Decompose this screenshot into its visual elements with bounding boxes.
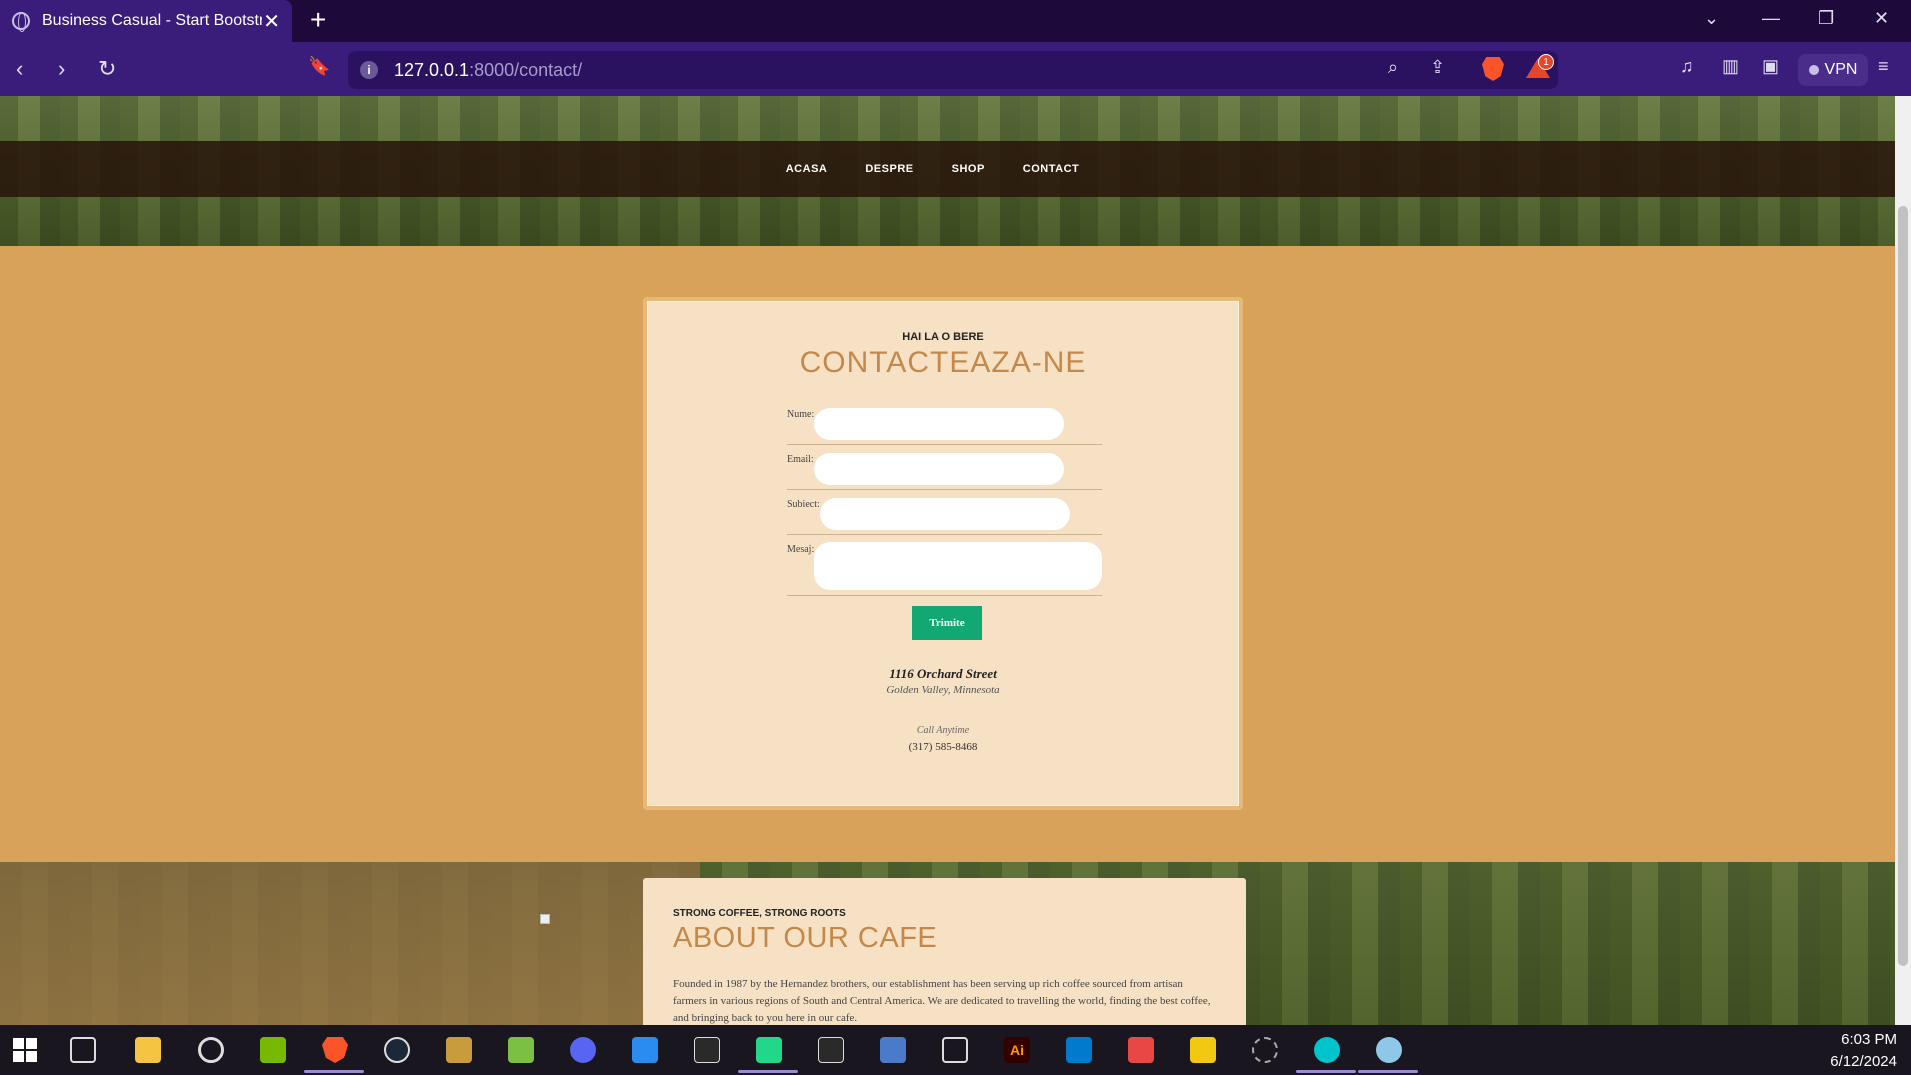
url-text[interactable]: 127.0.0.1:8000/contact/ [394, 60, 582, 81]
nav-link-acasa[interactable]: ACASA [786, 163, 828, 175]
bookmark-app-icon[interactable] [1128, 1037, 1154, 1063]
contact-card: HAI LA O BERE CONTACTEAZA-NE Nume: Email… [643, 297, 1243, 810]
virtualbox-icon[interactable] [942, 1037, 968, 1063]
epic-games-2-icon[interactable] [818, 1037, 844, 1063]
address-bar[interactable]: i 127.0.0.1:8000/contact/ ⌕ ⇪ [348, 51, 1558, 89]
name-input[interactable] [814, 408, 1064, 440]
globe-icon [12, 12, 30, 32]
tab-search-chevron-icon[interactable]: ⌄ [1704, 8, 1719, 29]
steam-icon[interactable] [384, 1037, 410, 1063]
name-row: Nume: [787, 405, 1102, 445]
share-icon[interactable]: ⇪ [1430, 57, 1445, 78]
nav-link-shop[interactable]: SHOP [952, 163, 985, 175]
paint-icon[interactable] [1376, 1037, 1402, 1063]
new-tab-button[interactable]: + [310, 4, 326, 36]
sidebar-icon[interactable]: ▥ [1722, 56, 1739, 77]
rewards-badge: 1 [1538, 54, 1554, 70]
submit-button[interactable]: Trimite [912, 606, 982, 640]
bookmark-icon[interactable]: 🔖 [308, 56, 330, 77]
address-street: 1116 Orchard Street [889, 666, 997, 681]
restore-icon[interactable]: ❐ [1818, 8, 1834, 29]
email-row: Email: [787, 450, 1102, 490]
reload-icon[interactable]: ↻ [98, 56, 116, 82]
scrollbar-thumb[interactable] [1898, 206, 1908, 966]
clock-time: 6:03 PM [1841, 1031, 1897, 1048]
phone-number: (317) 585-8468 [908, 741, 978, 753]
media-icon[interactable]: ♫ [1680, 56, 1694, 77]
vpn-status-icon [1808, 65, 1819, 75]
menu-icon[interactable]: ≡ [1878, 56, 1889, 77]
site-info-icon[interactable]: i [360, 61, 378, 79]
discord-icon[interactable] [570, 1037, 596, 1063]
canva-icon[interactable] [1314, 1037, 1340, 1063]
about-text: Founded in 1987 by the Hernandez brother… [673, 978, 1211, 1024]
zoom-icon[interactable]: ⌕ [1388, 57, 1398, 78]
call-label: Call Anytime [916, 725, 970, 736]
nvidia-icon[interactable] [260, 1037, 286, 1063]
subject-input[interactable] [820, 498, 1070, 530]
message-textarea[interactable] [814, 542, 1102, 590]
address-toolbar: ‹ › ↻ 🔖 i 127.0.0.1:8000/contact/ ⌕ ⇪ ♫ … [0, 42, 1911, 96]
broken-image-icon [540, 914, 550, 924]
windows-start-icon[interactable] [12, 1037, 38, 1063]
site-navbar: ACASA DESPRE SHOP CONTACT [0, 141, 1895, 197]
windows-taskbar: Ai 6:03 PM 6/12/2024 [0, 1025, 1911, 1075]
system-clock[interactable]: 6:03 PM 6/12/2024 [1830, 1029, 1897, 1073]
page-scrollbar[interactable] [1895, 96, 1911, 1025]
message-row: Mesaj: [787, 540, 1102, 596]
about-heading: ABOUT OUR CAFE [673, 922, 938, 954]
email-input[interactable] [814, 453, 1064, 485]
nav-link-despre[interactable]: DESPRE [865, 163, 913, 175]
tab-title: Business Casual - Start Bootstrap [42, 12, 262, 29]
vpn-button[interactable]: VPN [1798, 54, 1868, 86]
contact-section: HAI LA O BERE CONTACTEAZA-NE Nume: Email… [0, 246, 1895, 862]
clock-date: 6/12/2024 [1830, 1053, 1897, 1070]
task-view-icon[interactable] [70, 1037, 96, 1063]
illustrator-icon[interactable]: Ai [1004, 1037, 1030, 1063]
bing-icon[interactable] [632, 1037, 658, 1063]
forward-icon[interactable]: › [58, 56, 65, 82]
address-city: Golden Valley, Minnesota [886, 684, 1000, 696]
browser-tab[interactable]: Business Casual - Start Bootstrap ✕ [0, 0, 292, 42]
subject-label: Subiect: [787, 499, 820, 510]
vpn-label: VPN [1824, 61, 1858, 78]
ubisoft-icon[interactable] [198, 1037, 224, 1063]
name-label: Nume: [787, 409, 815, 420]
message-label: Mesaj: [787, 544, 815, 555]
subject-row: Subiect: [787, 495, 1102, 535]
about-subheading: STRONG COFFEE, STRONG ROOTS [673, 908, 846, 919]
brave-taskbar-icon[interactable] [322, 1037, 348, 1063]
minimize-icon[interactable]: — [1762, 8, 1780, 29]
wallet-icon[interactable]: ▣ [1762, 56, 1779, 77]
contact-heading: CONTACTEAZA-NE [799, 346, 1087, 379]
spider-icon[interactable] [1252, 1037, 1278, 1063]
browser-tab-bar: Business Casual - Start Bootstrap ✕ + ⌄ … [0, 0, 1911, 42]
page-viewport: ACASA DESPRE SHOP CONTACT HAI LA O BERE … [0, 96, 1895, 1025]
league-icon[interactable] [446, 1037, 472, 1063]
contact-subheading: HAI LA O BERE [902, 331, 984, 343]
epic-games-icon[interactable] [694, 1037, 720, 1063]
pycharm-icon[interactable] [756, 1037, 782, 1063]
nav-link-contact[interactable]: CONTACT [1023, 163, 1079, 175]
vscode-icon[interactable] [1066, 1037, 1092, 1063]
installer-icon[interactable] [880, 1037, 906, 1063]
close-tab-icon[interactable]: ✕ [263, 9, 280, 34]
close-window-icon[interactable]: ✕ [1874, 8, 1889, 29]
email-label: Email: [787, 454, 814, 465]
power-bi-icon[interactable] [1190, 1037, 1216, 1063]
notepad-icon[interactable] [508, 1037, 534, 1063]
file-explorer-icon[interactable] [135, 1037, 161, 1063]
about-card: STRONG COFFEE, STRONG ROOTS ABOUT OUR CA… [643, 878, 1246, 1025]
back-icon[interactable]: ‹ [16, 56, 23, 82]
